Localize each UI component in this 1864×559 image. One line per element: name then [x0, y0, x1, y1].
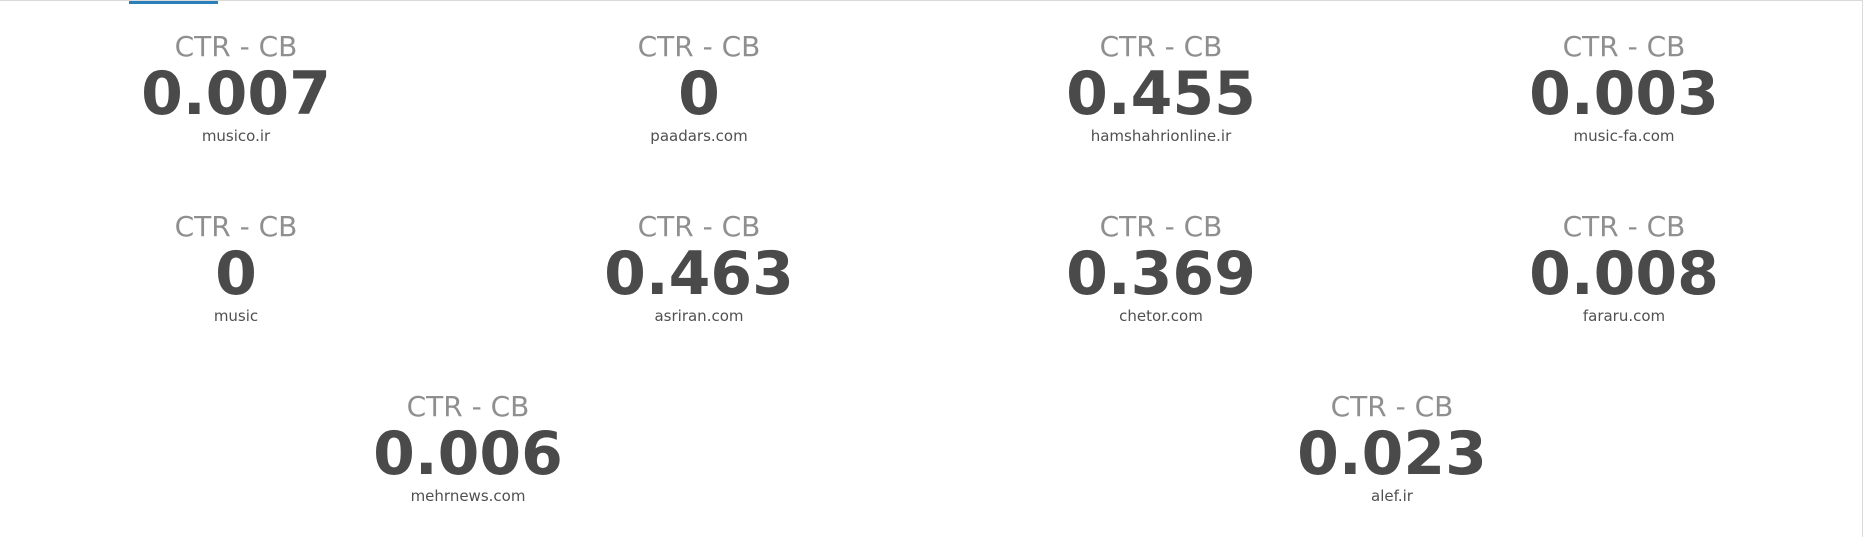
- stat-card-hamshahrionline: CTR - CB 0.455 hamshahrionline.ir: [1011, 30, 1311, 146]
- stat-caption: mehrnews.com: [410, 487, 526, 505]
- stat-caption: music: [213, 307, 259, 325]
- stat-value: 0.007: [141, 59, 331, 129]
- stat-caption: music-fa.com: [1573, 127, 1675, 145]
- stat-card-paadars: CTR - CB 0 paadars.com: [549, 30, 849, 146]
- stat-caption: chetor.com: [1119, 307, 1203, 325]
- stat-value: 0: [215, 239, 257, 309]
- stat-value: 0.006: [373, 419, 563, 489]
- stat-value: 0.023: [1297, 419, 1487, 489]
- stat-caption: fararu.com: [1582, 307, 1666, 325]
- stat-caption: alef.ir: [1371, 487, 1413, 505]
- stat-card-asriran: CTR - CB 0.463 asriran.com: [549, 210, 849, 326]
- stat-caption: hamshahrionline.ir: [1090, 127, 1232, 145]
- stat-value: 0.455: [1066, 59, 1256, 129]
- active-tab-indicator: [129, 1, 218, 4]
- stat-value: 0.003: [1529, 59, 1719, 129]
- stat-value: 0.463: [604, 239, 794, 309]
- stat-value: 0: [678, 59, 720, 129]
- stats-panel: CTR - CB 0.007 musico.ir CTR - CB 0 paad…: [0, 0, 1863, 537]
- stat-card-fararu: CTR - CB 0.008 fararu.com: [1474, 210, 1774, 326]
- stat-caption: paadars.com: [650, 127, 748, 145]
- stat-value: 0.008: [1529, 239, 1719, 309]
- stat-card-chetor: CTR - CB 0.369 chetor.com: [1011, 210, 1311, 326]
- stat-card-music-fa: CTR - CB 0.003 music-fa.com: [1474, 30, 1774, 146]
- stat-card-musico: CTR - CB 0.007 musico.ir: [86, 30, 386, 146]
- stat-card-alef: CTR - CB 0.023 alef.ir: [1242, 390, 1542, 506]
- stat-caption: asriran.com: [654, 307, 744, 325]
- stat-card-music: CTR - CB 0 music: [86, 210, 386, 326]
- stat-card-mehrnews: CTR - CB 0.006 mehrnews.com: [318, 390, 618, 506]
- stat-caption: musico.ir: [201, 127, 271, 145]
- stat-value: 0.369: [1066, 239, 1256, 309]
